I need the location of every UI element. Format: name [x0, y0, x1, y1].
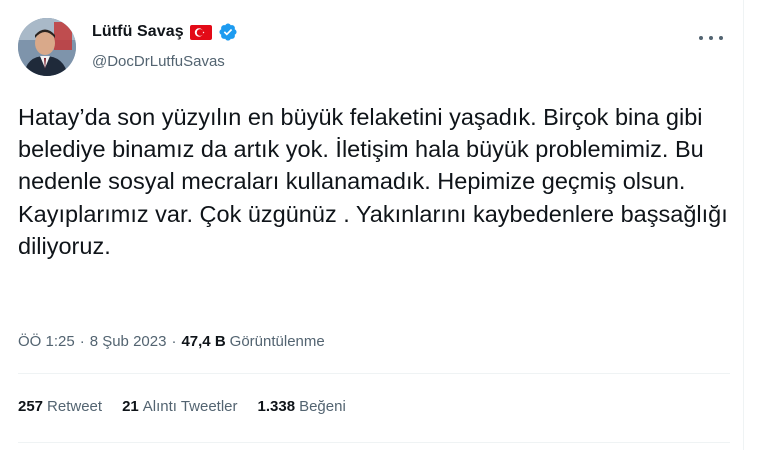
meta-separator: · [171, 333, 177, 350]
avatar-photo [18, 18, 76, 76]
views-count: 47,4 B [181, 333, 226, 350]
divider [18, 442, 730, 443]
column-border [743, 0, 744, 450]
tweet-time[interactable]: ÖÖ 1:25 [18, 333, 75, 350]
more-dot [719, 36, 723, 40]
quotes-stat[interactable]: 21 Alıntı Tweetler [122, 398, 237, 415]
author-handle[interactable]: @DocDrLutfuSavas [92, 53, 225, 70]
tweet-date[interactable]: 8 Şub 2023 [90, 333, 167, 350]
likes-count: 1.338 [257, 398, 296, 415]
more-dot [709, 36, 713, 40]
divider [18, 373, 730, 374]
likes-stat[interactable]: 1.338 Beğeni [258, 398, 346, 415]
quotes-label: Alıntı Tweetler [142, 398, 238, 415]
turkey-flag-icon [189, 24, 212, 40]
tweet-text: Hatay’da son yüzyılın en büyük felaketin… [18, 104, 728, 259]
views-label: Görüntülenme [229, 333, 325, 350]
author-display-name[interactable]: Lütfü Savaş [92, 23, 184, 41]
quotes-count: 21 [122, 398, 139, 415]
retweets-stat[interactable]: 257 Retweet [18, 398, 102, 415]
retweets-count: 257 [18, 398, 44, 415]
more-horizontal-icon[interactable] [699, 28, 723, 48]
tweet-card: Lütfü Savaş @DocDrLutfuSavas Hatay’da so… [0, 0, 745, 450]
tweet-stats: 257 Retweet 21 Alıntı Tweetler 1.338 Beğeni [18, 398, 346, 415]
avatar[interactable] [18, 18, 76, 76]
more-dot [699, 36, 703, 40]
retweets-label: Retweet [47, 398, 103, 415]
tweet-meta: ÖÖ 1:25 · 8 Şub 2023 · 47,4 B Görüntülen… [18, 333, 325, 350]
author-name-row: Lütfü Savaş [92, 22, 238, 42]
verified-badge-icon [219, 23, 237, 41]
likes-label: Beğeni [299, 398, 346, 415]
meta-separator: · [79, 333, 85, 350]
